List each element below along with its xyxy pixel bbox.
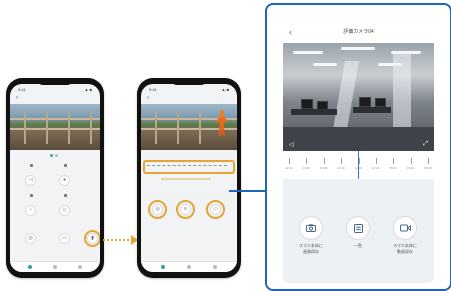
label-line: 動画保存 xyxy=(397,249,413,254)
video-action-label: スマホ本体に 動画保存 xyxy=(390,243,420,255)
control-grid: ◁ ● ○ ◇ ◎ ▭ ▮ xyxy=(10,164,100,260)
timeline-highlight xyxy=(143,160,235,174)
label-line: 一覧 xyxy=(354,243,362,248)
deck-post xyxy=(199,112,201,144)
desk xyxy=(353,107,391,113)
status-bar: 9:41 ▲ ■ xyxy=(16,86,94,94)
deck-post xyxy=(24,112,26,144)
desk xyxy=(291,109,337,115)
status-icons: ▲ ■ xyxy=(221,87,230,92)
record-icon[interactable]: ▭ xyxy=(60,234,69,243)
deck-post xyxy=(68,112,70,144)
person-figure xyxy=(216,110,228,136)
alarm-icon[interactable]: ◇ xyxy=(60,206,69,215)
ceiling-light xyxy=(293,51,323,54)
zoom-title: 評価カメラ04 xyxy=(343,29,374,35)
settings-icon[interactable]: ◎ xyxy=(26,234,35,243)
timeline-tick-label: 12:00 xyxy=(285,166,293,170)
camera-feed[interactable] xyxy=(141,104,237,150)
monitor xyxy=(301,99,313,109)
phone-right-screen: 9:41 ▲ ■ ‹ ◎ ≡ ▭ xyxy=(141,84,237,272)
camera-action-label: スマホ本体に 画像保存 xyxy=(296,243,326,255)
tab-settings-icon[interactable] xyxy=(213,265,217,269)
timeline[interactable]: 12:0012:3013:0013:3014:0014:3015:0015:30… xyxy=(283,151,434,179)
video-icon[interactable] xyxy=(394,217,416,239)
highlight-ring xyxy=(148,200,167,219)
timeline-tick xyxy=(428,158,429,164)
office-camera-feed[interactable]: ◁ ⤢ xyxy=(283,43,434,151)
grid-dot xyxy=(64,164,67,167)
camera-feed[interactable] xyxy=(10,104,100,150)
timeline-tick xyxy=(306,158,308,164)
status-icons: ▲ ■ xyxy=(84,87,93,92)
tab-list-icon[interactable] xyxy=(53,265,57,269)
camera-icon[interactable] xyxy=(300,217,322,239)
grid-dot xyxy=(64,194,67,197)
timeline-tick-label: 13:00 xyxy=(319,166,328,170)
monitor xyxy=(375,98,386,107)
zoom-connector xyxy=(229,190,266,192)
deck-post xyxy=(177,112,179,144)
status-time: 9:41 xyxy=(18,87,26,92)
timeline-tick xyxy=(410,158,412,164)
phone-right: 9:41 ▲ ■ ‹ ◎ ≡ ▭ xyxy=(137,78,241,278)
back-icon[interactable]: ‹ xyxy=(289,21,292,43)
zoom-header: ‹ 評価カメラ04 xyxy=(283,21,434,43)
light-icon[interactable]: ○ xyxy=(26,206,35,215)
speaker-icon[interactable]: ◁ xyxy=(289,141,294,148)
speaker-icon[interactable]: ◁ xyxy=(26,176,35,185)
page-indicator xyxy=(50,154,62,157)
back-icon[interactable]: ‹ xyxy=(147,95,149,101)
timeline-cursor[interactable] xyxy=(358,151,359,179)
grid-dot xyxy=(30,164,33,167)
mic-icon[interactable]: ● xyxy=(60,176,69,185)
timeline-tick xyxy=(375,158,377,164)
tab-home-icon[interactable] xyxy=(28,265,32,269)
grid-dot xyxy=(30,194,33,197)
floor xyxy=(283,127,434,151)
status-bar: 9:41 ▲ ■ xyxy=(147,86,231,94)
phone-notch xyxy=(37,78,73,85)
timeline-tick xyxy=(289,158,290,164)
ceiling-light xyxy=(313,63,337,66)
zoom-panel: ‹ 評価カメラ04 ◁ ⤢ 12:0012:3013:0013:3014:001… xyxy=(265,3,451,291)
ceiling-light xyxy=(341,47,375,50)
back-icon[interactable]: ‹ xyxy=(16,95,18,101)
timeline-tick xyxy=(393,158,395,164)
phone-left: 9:41 ▲ ■ ‹ ◁ ● ○ ◇ ◎ ▭ ▮ xyxy=(6,78,104,278)
tab-settings-icon[interactable] xyxy=(78,265,82,269)
monitor xyxy=(359,97,371,107)
list-action-label: 一覧 xyxy=(343,243,373,249)
highlight-ring xyxy=(84,230,100,247)
tab-list-icon[interactable] xyxy=(187,265,191,269)
deck-post xyxy=(90,112,92,144)
timeline-tick-label: 13:30 xyxy=(337,166,345,170)
phone-notch xyxy=(171,78,207,85)
status-time: 9:41 xyxy=(149,87,157,92)
tab-bar xyxy=(141,261,237,272)
list-icon[interactable] xyxy=(347,217,369,239)
timeline-tick-label: 12:30 xyxy=(302,166,310,170)
timeline-tick-label: 15:30 xyxy=(406,166,415,170)
deck-post xyxy=(155,112,157,144)
timeline-bar[interactable] xyxy=(147,165,227,166)
zoom-screen: ‹ 評価カメラ04 ◁ ⤢ 12:0012:3013:0013:3014:001… xyxy=(283,21,434,283)
phone-left-screen: 9:41 ▲ ■ ‹ ◁ ● ○ ◇ ◎ ▭ ▮ xyxy=(10,84,100,272)
flow-arrow xyxy=(103,239,133,241)
timeline-tick-label: 16:00 xyxy=(424,166,432,170)
timeline-tick xyxy=(341,158,343,164)
highlight-ring xyxy=(176,200,195,219)
timeline-tick-label: 14:30 xyxy=(371,166,380,170)
highlight-ring xyxy=(206,200,225,219)
tab-home-icon[interactable] xyxy=(161,265,165,269)
label-line: 画像保存 xyxy=(303,249,319,254)
timeline-tick xyxy=(323,158,325,164)
fullscreen-icon[interactable]: ⤢ xyxy=(423,141,428,148)
deck-post xyxy=(46,112,48,144)
zoom-actions: スマホ本体に 画像保存 一覧 スマホ本体に 動画保存 xyxy=(283,217,434,277)
timeline-scrub xyxy=(161,178,211,180)
tab-bar xyxy=(10,261,100,272)
timeline-tick-label: 15:00 xyxy=(389,166,397,170)
